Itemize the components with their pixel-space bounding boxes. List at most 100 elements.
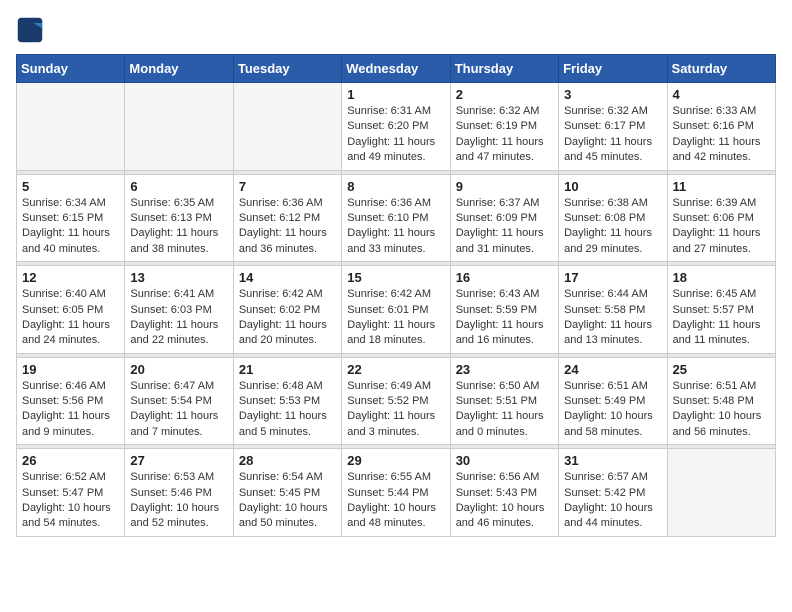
day-info: Sunrise: 6:54 AM Sunset: 5:45 PM Dayligh…	[239, 470, 336, 532]
day-number: 13	[130, 270, 227, 285]
calendar-cell: 31 Sunrise: 6:57 AM Sunset: 5:42 PM Dayli…	[559, 449, 667, 537]
calendar-cell: 17 Sunrise: 6:44 AM Sunset: 5:58 PM Dayli…	[559, 266, 667, 354]
day-number: 20	[130, 362, 227, 377]
day-info: Sunrise: 6:41 AM Sunset: 6:03 PM Dayligh…	[130, 287, 227, 349]
calendar-cell: 29 Sunrise: 6:55 AM Sunset: 5:44 PM Dayli…	[342, 449, 450, 537]
calendar-header-row: SundayMondayTuesdayWednesdayThursdayFrid…	[17, 55, 776, 83]
day-header-saturday: Saturday	[667, 55, 775, 83]
calendar-cell: 24Sunrise: 6:51 AM Sunset: 5:49 PM Dayli…	[559, 357, 667, 445]
day-info: Sunrise: 6:45 AM Sunset: 5:57 PM Dayligh…	[673, 287, 770, 349]
day-info: Sunrise: 6:48 AM Sunset: 5:53 PM Dayligh…	[239, 379, 336, 441]
day-info: Sunrise: 6:46 AM Sunset: 5:56 PM Dayligh…	[22, 379, 119, 441]
calendar-cell: 19 Sunrise: 6:46 AM Sunset: 5:56 PM Dayli…	[17, 357, 125, 445]
day-number: 21	[239, 362, 336, 377]
calendar-cell: 21 Sunrise: 6:48 AM Sunset: 5:53 PM Dayli…	[233, 357, 341, 445]
calendar-cell: 18 Sunrise: 6:45 AM Sunset: 5:57 PM Dayli…	[667, 266, 775, 354]
calendar-cell: 6Sunrise: 6:35 AM Sunset: 6:13 PM Daylig…	[125, 174, 233, 262]
calendar-cell: 22 Sunrise: 6:49 AM Sunset: 5:52 PM Dayli…	[342, 357, 450, 445]
day-info: Sunrise: 6:52 AM Sunset: 5:47 PM Dayligh…	[22, 470, 119, 532]
day-number: 19	[22, 362, 119, 377]
day-info: Sunrise: 6:40 AM Sunset: 6:05 PM Dayligh…	[22, 287, 119, 349]
day-number: 29	[347, 453, 444, 468]
day-info: Sunrise: 6:32 AM Sunset: 6:19 PM Dayligh…	[456, 104, 553, 166]
day-info: Sunrise: 6:36 AM Sunset: 6:10 PM Dayligh…	[347, 196, 444, 258]
day-info: Sunrise: 6:42 AM Sunset: 6:02 PM Dayligh…	[239, 287, 336, 349]
day-info: Sunrise: 6:38 AM Sunset: 6:08 PM Dayligh…	[564, 196, 661, 258]
day-number: 24	[564, 362, 661, 377]
day-header-monday: Monday	[125, 55, 233, 83]
day-number: 2	[456, 87, 553, 102]
calendar-week-3: 12Sunrise: 6:40 AM Sunset: 6:05 PM Dayli…	[17, 266, 776, 354]
day-number: 17	[564, 270, 661, 285]
day-header-wednesday: Wednesday	[342, 55, 450, 83]
day-info: Sunrise: 6:39 AM Sunset: 6:06 PM Dayligh…	[673, 196, 770, 258]
calendar-week-4: 19 Sunrise: 6:46 AM Sunset: 5:56 PM Dayli…	[17, 357, 776, 445]
calendar-cell: 2 Sunrise: 6:32 AM Sunset: 6:19 PM Daylig…	[450, 83, 558, 171]
day-info: Sunrise: 6:56 AM Sunset: 5:43 PM Dayligh…	[456, 470, 553, 532]
day-header-thursday: Thursday	[450, 55, 558, 83]
page-header	[16, 16, 776, 44]
day-number: 18	[673, 270, 770, 285]
calendar-week-2: 5Sunrise: 6:34 AM Sunset: 6:15 PM Daylig…	[17, 174, 776, 262]
calendar-cell: 16 Sunrise: 6:43 AM Sunset: 5:59 PM Dayli…	[450, 266, 558, 354]
calendar-cell: 15 Sunrise: 6:42 AM Sunset: 6:01 PM Dayli…	[342, 266, 450, 354]
day-number: 16	[456, 270, 553, 285]
day-header-friday: Friday	[559, 55, 667, 83]
calendar-cell: 30 Sunrise: 6:56 AM Sunset: 5:43 PM Dayli…	[450, 449, 558, 537]
day-number: 26	[22, 453, 119, 468]
day-info: Sunrise: 6:36 AM Sunset: 6:12 PM Dayligh…	[239, 196, 336, 258]
calendar-cell: 12Sunrise: 6:40 AM Sunset: 6:05 PM Dayli…	[17, 266, 125, 354]
calendar-cell: 1 Sunrise: 6:31 AM Sunset: 6:20 PM Daylig…	[342, 83, 450, 171]
day-number: 4	[673, 87, 770, 102]
day-number: 22	[347, 362, 444, 377]
calendar-cell	[17, 83, 125, 171]
calendar-cell: 27 Sunrise: 6:53 AM Sunset: 5:46 PM Dayli…	[125, 449, 233, 537]
day-info: Sunrise: 6:32 AM Sunset: 6:17 PM Dayligh…	[564, 104, 661, 166]
day-number: 30	[456, 453, 553, 468]
day-header-sunday: Sunday	[17, 55, 125, 83]
day-info: Sunrise: 6:44 AM Sunset: 5:58 PM Dayligh…	[564, 287, 661, 349]
calendar-cell	[125, 83, 233, 171]
day-info: Sunrise: 6:33 AM Sunset: 6:16 PM Dayligh…	[673, 104, 770, 166]
day-info: Sunrise: 6:50 AM Sunset: 5:51 PM Dayligh…	[456, 379, 553, 441]
calendar-cell: 14 Sunrise: 6:42 AM Sunset: 6:02 PM Dayli…	[233, 266, 341, 354]
calendar-cell: 3 Sunrise: 6:32 AM Sunset: 6:17 PM Daylig…	[559, 83, 667, 171]
calendar-cell: 28 Sunrise: 6:54 AM Sunset: 5:45 PM Dayli…	[233, 449, 341, 537]
day-number: 15	[347, 270, 444, 285]
day-info: Sunrise: 6:43 AM Sunset: 5:59 PM Dayligh…	[456, 287, 553, 349]
day-number: 1	[347, 87, 444, 102]
day-number: 14	[239, 270, 336, 285]
calendar-cell: 8 Sunrise: 6:36 AM Sunset: 6:10 PM Daylig…	[342, 174, 450, 262]
calendar-cell	[233, 83, 341, 171]
calendar-cell: 25Sunrise: 6:51 AM Sunset: 5:48 PM Dayli…	[667, 357, 775, 445]
day-number: 31	[564, 453, 661, 468]
day-info: Sunrise: 6:57 AM Sunset: 5:42 PM Dayligh…	[564, 470, 661, 532]
logo-icon	[16, 16, 44, 44]
day-number: 28	[239, 453, 336, 468]
day-number: 27	[130, 453, 227, 468]
day-info: Sunrise: 6:55 AM Sunset: 5:44 PM Dayligh…	[347, 470, 444, 532]
calendar-week-5: 26 Sunrise: 6:52 AM Sunset: 5:47 PM Dayli…	[17, 449, 776, 537]
day-number: 23	[456, 362, 553, 377]
day-number: 6	[130, 179, 227, 194]
logo	[16, 16, 48, 44]
day-number: 8	[347, 179, 444, 194]
calendar-cell: 4 Sunrise: 6:33 AM Sunset: 6:16 PM Daylig…	[667, 83, 775, 171]
calendar-cell: 13 Sunrise: 6:41 AM Sunset: 6:03 PM Dayli…	[125, 266, 233, 354]
day-info: Sunrise: 6:34 AM Sunset: 6:15 PM Dayligh…	[22, 196, 119, 258]
day-info: Sunrise: 6:53 AM Sunset: 5:46 PM Dayligh…	[130, 470, 227, 532]
calendar-cell: 11 Sunrise: 6:39 AM Sunset: 6:06 PM Dayli…	[667, 174, 775, 262]
day-number: 7	[239, 179, 336, 194]
day-header-tuesday: Tuesday	[233, 55, 341, 83]
day-info: Sunrise: 6:49 AM Sunset: 5:52 PM Dayligh…	[347, 379, 444, 441]
calendar-cell: 7 Sunrise: 6:36 AM Sunset: 6:12 PM Daylig…	[233, 174, 341, 262]
day-info: Sunrise: 6:47 AM Sunset: 5:54 PM Dayligh…	[130, 379, 227, 441]
day-number: 3	[564, 87, 661, 102]
day-number: 11	[673, 179, 770, 194]
calendar-cell: 23 Sunrise: 6:50 AM Sunset: 5:51 PM Dayli…	[450, 357, 558, 445]
calendar-cell: 26 Sunrise: 6:52 AM Sunset: 5:47 PM Dayli…	[17, 449, 125, 537]
day-number: 10	[564, 179, 661, 194]
day-info: Sunrise: 6:42 AM Sunset: 6:01 PM Dayligh…	[347, 287, 444, 349]
day-number: 9	[456, 179, 553, 194]
day-info: Sunrise: 6:31 AM Sunset: 6:20 PM Dayligh…	[347, 104, 444, 166]
